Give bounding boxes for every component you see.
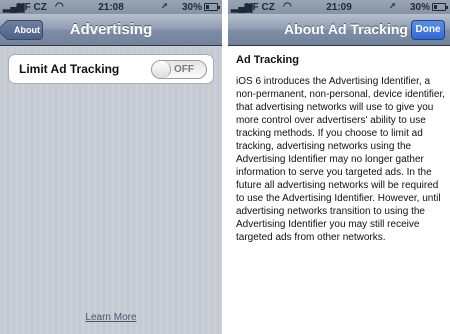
status-bar: ▂▄▆ VF CZ ◠ 21:09 ➚ 30% <box>228 0 450 14</box>
about-ad-tracking-screen: ▂▄▆ VF CZ ◠ 21:09 ➚ 30% About Ad Trackin… <box>228 0 450 334</box>
battery-percent: 30% <box>181 2 202 13</box>
document-heading: Ad Tracking <box>236 54 299 66</box>
learn-more-link[interactable]: Learn More <box>0 312 222 323</box>
navigation-bar: About Advertising <box>0 14 222 46</box>
battery-fill <box>434 5 437 9</box>
limit-ad-tracking-cell: Limit Ad Tracking OFF <box>8 54 214 84</box>
orientation-lock-icon: ➚ <box>161 1 168 10</box>
battery-percent: 30% <box>409 2 430 13</box>
navigation-bar: About Ad Tracking Done <box>228 14 450 46</box>
setting-label: Limit Ad Tracking <box>19 62 120 76</box>
battery-icon <box>204 3 220 11</box>
advertising-screen: ▂▄▆ VF CZ ◠ 21:08 ➚ 30% About Advertisin… <box>0 0 222 334</box>
toggle-state-label: OFF <box>174 64 194 75</box>
page-title: Advertising <box>69 21 153 38</box>
ad-tracking-document: Ad Tracking iOS 6 introduces the Adverti… <box>236 54 446 244</box>
grouped-background <box>0 47 222 334</box>
limit-ad-tracking-toggle[interactable]: OFF <box>151 60 207 79</box>
done-button[interactable]: Done <box>411 20 445 40</box>
battery-fill <box>206 5 209 9</box>
battery-icon <box>432 3 448 11</box>
status-bar: ▂▄▆ VF CZ ◠ 21:08 ➚ 30% <box>0 0 222 14</box>
orientation-lock-icon: ➚ <box>389 1 396 10</box>
toggle-knob <box>152 61 171 78</box>
document-body: iOS 6 introduces the Advertising Identif… <box>236 76 446 243</box>
